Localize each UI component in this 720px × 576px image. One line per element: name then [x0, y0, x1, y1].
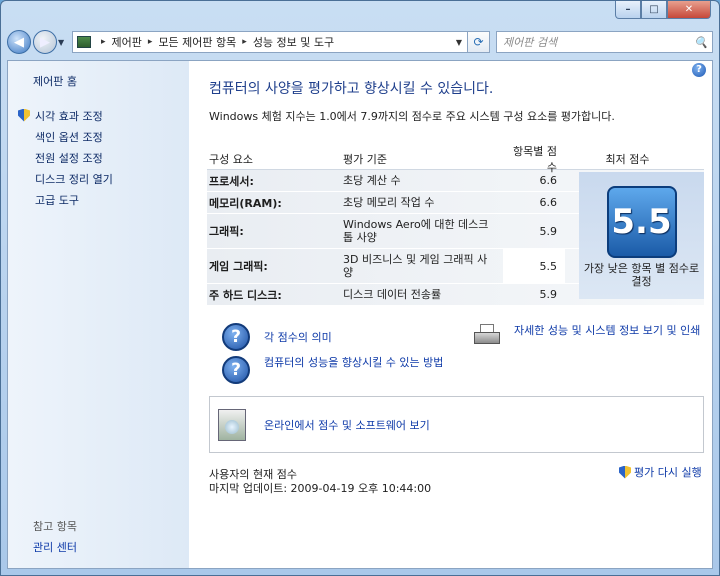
- improve-performance-link[interactable]: 컴퓨터의 성능을 향상시킬 수 있는 방법: [264, 356, 443, 370]
- online-scores-link[interactable]: 온라인에서 점수 및 소프트웨어 보기: [264, 417, 430, 433]
- sidebar-item-label: 디스크 정리 열기: [35, 172, 113, 186]
- sidebar-item-label: 시각 효과 조정: [35, 109, 103, 123]
- sidebar-home-link[interactable]: 제어판 홈: [33, 73, 77, 89]
- base-score-caption: 가장 낮은 항목 별 점수로 결정: [583, 262, 700, 288]
- back-arrow-icon[interactable]: ◀: [7, 30, 31, 54]
- see-also-heading: 참고 항목: [33, 520, 77, 533]
- sidebar-task-list: 시각 효과 조정 색인 옵션 조정 전원 설정 조정 디스크 정리 열기 고급 …: [18, 105, 113, 210]
- sidebar-item-visual-effects[interactable]: 시각 효과 조정: [18, 105, 113, 126]
- improve-performance-row: ? 컴퓨터의 성능을 향상시킬 수 있는 방법: [222, 356, 462, 384]
- sidebar-item-power-settings[interactable]: 전원 설정 조정: [18, 147, 113, 168]
- content-area: 제어판 홈 시각 효과 조정 색인 옵션 조정 전원 설정 조정 디스크 정리 …: [7, 60, 713, 569]
- uac-shield-icon: [619, 465, 631, 479]
- help-question-icon: ?: [222, 356, 250, 384]
- column-header-component: 구성 요소: [209, 152, 253, 166]
- criterion-text: 초당 계산 수: [343, 174, 401, 187]
- control-panel-icon: [77, 36, 91, 48]
- sidebar-item-label: 고급 도구: [35, 193, 79, 207]
- base-score-panel: 5.5 가장 낮은 항목 별 점수로 결정: [579, 172, 704, 299]
- online-scores-box: 온라인에서 점수 및 소프트웨어 보기: [209, 396, 704, 453]
- sidebar-item-indexing-options[interactable]: 색인 옵션 조정: [18, 126, 113, 147]
- address-dropdown-icon[interactable]: ▼: [451, 38, 467, 47]
- criterion-text: Windows Aero에 대한 데스크톱 사양: [343, 218, 489, 244]
- breadcrumb-performance-tools[interactable]: 성능 정보 및 도구: [253, 34, 334, 50]
- sidebar-item-label: 색인 옵션 조정: [35, 130, 103, 144]
- uac-shield-icon: [18, 108, 30, 122]
- minimize-button[interactable]: –: [615, 1, 641, 19]
- score-meaning-link[interactable]: 각 점수의 의미: [264, 329, 332, 345]
- action-center-link[interactable]: 관리 센터: [33, 539, 77, 555]
- page-description: Windows 체험 지수는 1.0에서 7.9까지의 점수로 주요 시스템 구…: [209, 110, 615, 123]
- table-header: 구성 요소 평가 기준 항목별 점수 최저 점수: [207, 145, 704, 174]
- help-icon[interactable]: ?: [692, 63, 706, 77]
- subscore-value: 6.6: [539, 196, 558, 209]
- caption-buttons: – □ ✕: [615, 1, 711, 19]
- rerun-assessment-link[interactable]: 평가 다시 실행: [634, 464, 702, 480]
- maximize-button[interactable]: □: [641, 1, 667, 19]
- base-score-badge: 5.5: [606, 186, 677, 258]
- sidebar-item-label: 전원 설정 조정: [35, 151, 103, 165]
- component-name: 그래픽:: [209, 225, 244, 238]
- search-placeholder: 제어판 검색: [503, 36, 558, 49]
- component-name: 주 하드 디스크:: [209, 288, 282, 302]
- column-header-criterion: 평가 기준: [343, 152, 387, 166]
- score-meaning-row: ? 각 점수의 의미: [222, 323, 332, 351]
- criterion-text: 3D 비즈니스 및 게임 그래픽 사양: [343, 253, 488, 279]
- help-question-icon: ?: [222, 323, 250, 351]
- component-name: 게임 그래픽:: [209, 260, 268, 273]
- subscore-value: 5.5: [503, 249, 565, 283]
- criterion-text: 초당 메모리 작업 수: [343, 196, 435, 209]
- main-panel: ? 컴퓨터의 사양을 평가하고 향상시킬 수 있습니다. Windows 체험 …: [189, 61, 712, 568]
- rerun-assessment-row: 평가 다시 실행: [619, 464, 702, 480]
- sidebar: 제어판 홈 시각 효과 조정 색인 옵션 조정 전원 설정 조정 디스크 정리 …: [8, 61, 189, 568]
- component-name: 프로세서:: [209, 174, 254, 188]
- subscore-value: 6.6: [539, 174, 558, 187]
- address-bar[interactable]: ▸ 제어판 ▸ 모든 제어판 항목 ▸ 성능 정보 및 도구 ▼: [72, 31, 468, 53]
- refresh-icon[interactable]: ⟳: [468, 31, 490, 53]
- page-title: 컴퓨터의 사양을 평가하고 향상시킬 수 있습니다.: [209, 81, 494, 97]
- search-input[interactable]: 제어판 검색 🔍: [496, 31, 713, 53]
- control-panel-window: – □ ✕ ◀ ▶ ▼ ▸ 제어판 ▸ 모든 제어판 항목 ▸ 성능 정보 및 …: [0, 0, 720, 576]
- breadcrumb-control-panel[interactable]: 제어판: [112, 34, 142, 50]
- detailed-info-row: 자세한 성능 및 시스템 정보 보기 및 인쇄: [472, 324, 704, 348]
- close-button[interactable]: ✕: [667, 1, 711, 19]
- recent-pages-dropdown[interactable]: ▼: [58, 38, 68, 47]
- software-box-icon: [218, 408, 246, 441]
- column-header-base-score: 최저 점수: [605, 152, 650, 166]
- component-name: 메모리(RAM):: [209, 196, 282, 210]
- search-icon[interactable]: 🔍: [694, 36, 712, 49]
- breadcrumb-all-items[interactable]: 모든 제어판 항목: [158, 34, 236, 50]
- sidebar-item-advanced-tools[interactable]: 고급 도구: [18, 189, 113, 210]
- forward-arrow-icon[interactable]: ▶: [33, 30, 57, 54]
- last-update-text: 마지막 업데이트: 2009-04-19 오후 10:44:00: [209, 482, 432, 495]
- subscore-value: 5.9: [539, 224, 558, 238]
- sidebar-item-disk-cleanup[interactable]: 디스크 정리 열기: [18, 168, 113, 189]
- criterion-text: 디스크 데이터 전송률: [343, 288, 442, 301]
- printer-icon: [472, 324, 502, 348]
- detailed-info-link[interactable]: 자세한 성능 및 시스템 정보 보기 및 인쇄: [514, 324, 704, 338]
- navigation-bar: ◀ ▶ ▼ ▸ 제어판 ▸ 모든 제어판 항목 ▸ 성능 정보 및 도구 ▼ ⟳…: [7, 27, 713, 57]
- subscore-value: 5.9: [539, 288, 558, 301]
